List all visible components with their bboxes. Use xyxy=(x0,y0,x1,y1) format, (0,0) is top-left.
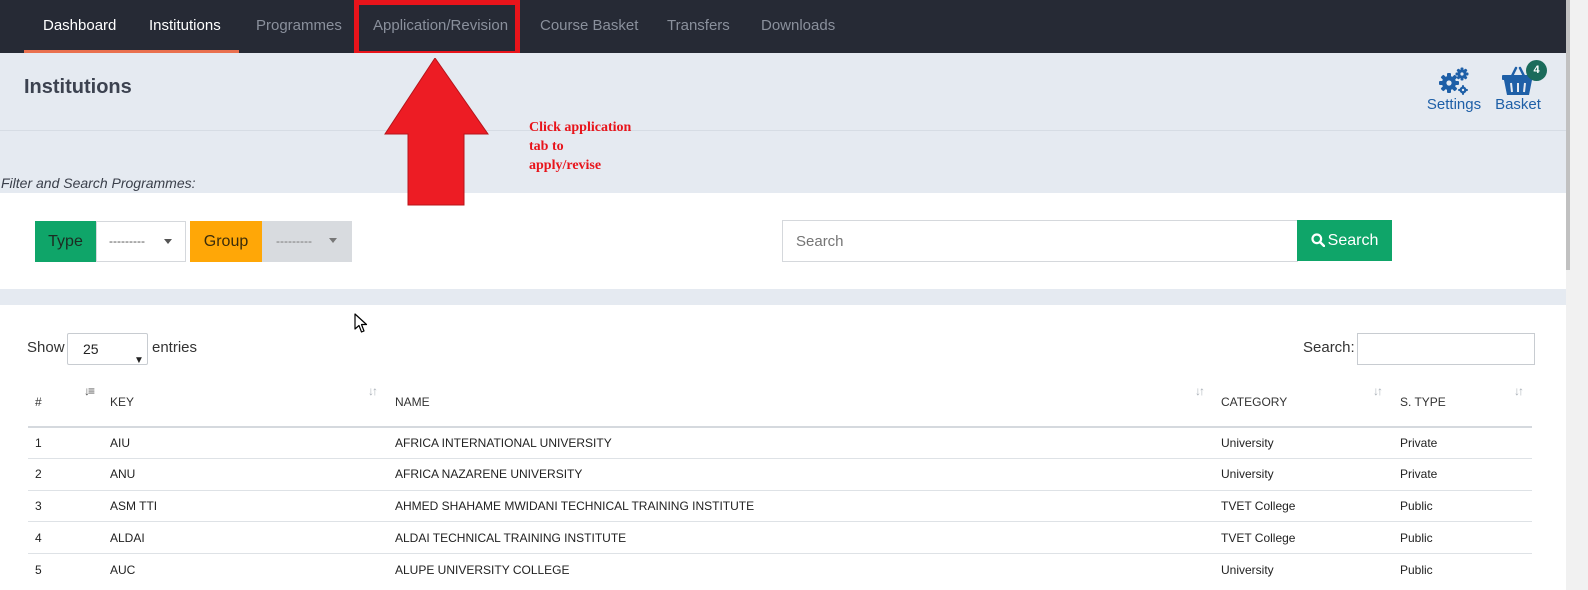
nav-tab-course-basket[interactable]: Course Basket xyxy=(540,0,638,53)
cell-name: AFRICA NAZARENE UNIVERSITY xyxy=(395,467,583,481)
sort-icon[interactable]: ↓↑ xyxy=(1195,384,1205,398)
entries-per-page-select[interactable]: 25 ▼ xyxy=(67,333,148,366)
column-header-stype[interactable]: S. TYPE xyxy=(1400,395,1446,409)
page-title: Institutions xyxy=(24,76,132,98)
basket-label: Basket xyxy=(1495,96,1541,113)
page-header xyxy=(0,53,1566,193)
annotation-line-3: apply/revise xyxy=(529,158,602,173)
cell-name: ALUPE UNIVERSITY COLLEGE xyxy=(395,563,570,577)
scrollbar-thumb[interactable] xyxy=(1566,0,1570,270)
group-filter-value: --------- xyxy=(276,234,312,248)
cell-stype: Public xyxy=(1400,499,1433,513)
cell-stype: Public xyxy=(1400,563,1433,577)
type-filter-label: Type xyxy=(35,221,96,262)
column-header-name[interactable]: NAME xyxy=(395,395,430,409)
sort-ascending-icon[interactable]: ↓≡ xyxy=(84,384,95,398)
type-filter-value: --------- xyxy=(109,234,145,248)
annotation-highlight-box xyxy=(354,0,520,56)
annotation-line-2: tab to xyxy=(529,139,564,154)
column-header-key[interactable]: KEY xyxy=(110,395,134,409)
nav-tab-dashboard[interactable]: Dashboard xyxy=(43,0,116,53)
row-divider xyxy=(28,553,1532,554)
gears-icon xyxy=(1439,67,1469,95)
nav-tab-programmes[interactable]: Programmes xyxy=(256,0,342,53)
cell-key: AIU xyxy=(110,436,131,450)
sort-icon[interactable]: ↓↑ xyxy=(368,384,378,398)
settings-button[interactable]: Settings xyxy=(1424,66,1484,113)
programme-search-input[interactable] xyxy=(782,220,1298,262)
caret-down-icon: ▼ xyxy=(134,355,144,366)
cell-category: TVET College xyxy=(1221,499,1296,513)
nav-tab-downloads[interactable]: Downloads xyxy=(761,0,835,53)
cell-category: University xyxy=(1221,467,1274,481)
cell-number: 2 xyxy=(35,467,42,481)
top-navbar: Dashboard Institutions Programmes Applic… xyxy=(0,0,1566,53)
cell-stype: Private xyxy=(1400,467,1438,481)
cell-category: University xyxy=(1221,436,1274,450)
annotation-instruction-text: Click application tab to apply/revise xyxy=(529,118,669,175)
annotation-line-1: Click application xyxy=(529,120,632,135)
entries-value: 25 xyxy=(83,341,99,357)
search-button-label: Search xyxy=(1327,232,1379,249)
show-label: Show xyxy=(27,339,65,356)
app-window: Dashboard Institutions Programmes Applic… xyxy=(0,0,1588,590)
cell-name: AHMED SHAHAME MWIDANI TECHNICAL TRAINING… xyxy=(395,499,755,513)
table-search-input[interactable] xyxy=(1357,333,1535,365)
mouse-cursor-icon xyxy=(354,313,368,333)
nav-tab-transfers[interactable]: Transfers xyxy=(667,0,730,53)
annotation-arrow-up-icon xyxy=(384,58,489,206)
cell-number: 5 xyxy=(35,563,42,577)
sort-icon[interactable]: ↓↑ xyxy=(1373,384,1383,398)
basket-count-badge: 4 xyxy=(1526,60,1547,81)
column-header-number[interactable]: # xyxy=(35,395,42,409)
row-divider xyxy=(28,458,1532,459)
filter-section-label: Filter and Search Programmes: xyxy=(1,175,196,191)
cell-stype: Public xyxy=(1400,531,1433,545)
column-header-category[interactable]: CATEGORY xyxy=(1221,395,1287,409)
cell-key: ASM TTI xyxy=(110,499,158,513)
entries-label: entries xyxy=(152,339,198,356)
chevron-down-icon xyxy=(329,238,337,243)
search-icon xyxy=(1311,233,1325,248)
cell-number: 4 xyxy=(35,531,42,545)
cell-number: 3 xyxy=(35,499,42,513)
nav-tab-institutions[interactable]: Institutions xyxy=(149,0,221,53)
row-divider xyxy=(28,490,1532,491)
cell-key: AUC xyxy=(110,563,136,577)
cell-key: ANU xyxy=(110,467,136,481)
table-header-divider xyxy=(28,426,1532,428)
cell-number: 1 xyxy=(35,436,42,450)
table-search-label: Search: xyxy=(1303,339,1355,356)
type-filter-select[interactable]: --------- xyxy=(96,221,186,262)
chevron-down-icon xyxy=(164,239,172,244)
cell-category: TVET College xyxy=(1221,531,1296,545)
cell-name: ALDAI TECHNICAL TRAINING INSTITUTE xyxy=(395,531,627,545)
cell-key: ALDAI xyxy=(110,531,145,545)
settings-label: Settings xyxy=(1426,96,1482,113)
cell-name: AFRICA INTERNATIONAL UNIVERSITY xyxy=(395,436,612,450)
row-divider xyxy=(28,521,1532,522)
header-divider xyxy=(0,130,1566,131)
cell-category: University xyxy=(1221,563,1274,577)
group-filter-label: Group xyxy=(190,221,262,262)
sort-icon[interactable]: ↓↑ xyxy=(1514,384,1524,398)
cell-stype: Private xyxy=(1400,436,1438,450)
search-button[interactable]: Search xyxy=(1297,220,1392,261)
section-separator xyxy=(0,289,1566,305)
group-filter-select[interactable]: --------- xyxy=(262,221,352,262)
